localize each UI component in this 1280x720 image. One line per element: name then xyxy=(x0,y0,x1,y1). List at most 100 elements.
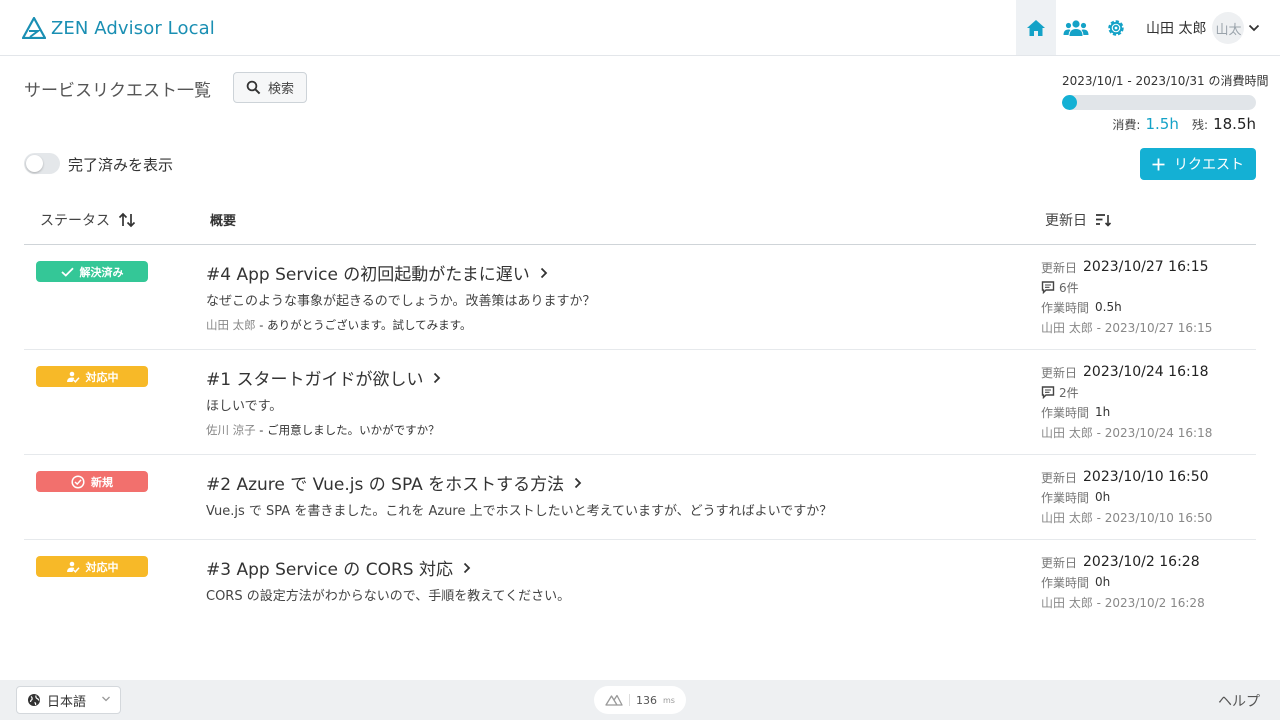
language-select[interactable]: 日本語 xyxy=(16,686,121,714)
work-time-label: 作業時間 xyxy=(1041,300,1090,315)
status-badge-label: 対応中 xyxy=(85,370,119,384)
user-name: 山田 太郎 xyxy=(1146,21,1207,37)
globe-icon xyxy=(28,694,40,706)
updated-header-label: 更新日 xyxy=(1045,213,1087,229)
updated-label: 更新日 xyxy=(1041,470,1078,485)
home-icon xyxy=(1027,19,1045,36)
render-time-unit: ms xyxy=(663,695,675,705)
usage-progress-fill xyxy=(1062,95,1077,110)
nav-home[interactable] xyxy=(1016,0,1056,55)
show-completed-label: 完了済みを表示 xyxy=(68,156,174,174)
usage-period: 2023/10/1 - 2023/10/31 の消費時間 xyxy=(1062,74,1269,88)
nav-users[interactable] xyxy=(1058,0,1094,55)
request-description: なぜこのような事象が起きるのでしょうか。改善策はありますか？ xyxy=(206,294,596,309)
column-header-status[interactable]: ステータス xyxy=(40,210,136,230)
search-button[interactable]: 検索 xyxy=(233,72,307,103)
request-title: #3 App Service の CORS 対応 xyxy=(206,560,453,580)
work-time-label: 作業時間 xyxy=(1041,490,1090,505)
used-value: 1.5h xyxy=(1145,115,1179,133)
request-description: CORS の設定方法がわからないので、手順を教えてください。 xyxy=(206,589,571,604)
check-circle-icon xyxy=(71,474,85,489)
help-link[interactable]: ヘルプ xyxy=(1218,691,1260,711)
last-update: 山田 太郎 - 2023/10/2 16:28 xyxy=(1041,595,1205,610)
app-footer: 日本語 136 ms ヘルプ xyxy=(0,680,1280,720)
last-comment: 佐川 涼子 - ご用意しました。いかがですか？ xyxy=(206,422,440,438)
usage-numbers: 消費: 1.5h 残: 18.5h xyxy=(1062,114,1256,133)
status-header-label: ステータス xyxy=(40,213,110,229)
last-comment: 山田 太郎 - ありがとうございます。試してみます。 xyxy=(206,317,471,333)
chevron-right-icon xyxy=(575,477,582,488)
status-badge: 解決済み xyxy=(36,261,148,282)
updated-date: 2023/10/10 16:50 xyxy=(1083,469,1209,485)
updated-label: 更新日 xyxy=(1041,555,1078,570)
gear-icon xyxy=(1108,19,1124,36)
plus-icon xyxy=(1152,158,1165,170)
request-title-link[interactable]: #3 App Service の CORS 対応 xyxy=(206,555,471,580)
row-divider xyxy=(24,454,1256,455)
request-title-link[interactable]: #1 スタートガイドが欲しい xyxy=(206,365,441,390)
remaining-value: 18.5h xyxy=(1213,115,1256,133)
updated-date: 2023/10/2 16:28 xyxy=(1083,554,1200,570)
user-check-icon xyxy=(66,371,80,383)
app-header: ZEN Advisor Local 山田 太郎 山太 xyxy=(0,0,1280,56)
brand-link[interactable]: ZEN Advisor Local xyxy=(22,16,215,40)
user-check-icon xyxy=(66,561,80,573)
nav-settings[interactable] xyxy=(1098,0,1134,55)
request-meta: 更新日 2023/10/10 16:50 作業時間 0h 山田 太郎 - 2023/… xyxy=(1041,467,1256,527)
status-badge: 対応中 xyxy=(36,366,148,387)
toggle-knob xyxy=(26,155,43,172)
comment-icon xyxy=(1041,385,1055,399)
column-header-updated[interactable]: 更新日 xyxy=(1045,210,1112,230)
work-time-label: 作業時間 xyxy=(1041,405,1090,420)
last-comment-author: 佐川 涼子 xyxy=(206,423,256,437)
request-meta: 更新日 2023/10/24 16:18 2件 作業時間 1h 山田 太郎 - 20… xyxy=(1041,362,1256,442)
request-meta: 更新日 2023/10/27 16:15 6件 作業時間 0.5h 山田 太郎 - … xyxy=(1041,257,1256,337)
work-time: 1h xyxy=(1095,405,1111,419)
updated-date: 2023/10/24 16:18 xyxy=(1083,364,1209,380)
chevron-down-icon xyxy=(102,696,110,702)
column-header-summary: 概要 xyxy=(210,210,236,229)
request-title: #4 App Service の初回起動がたまに遅い xyxy=(206,265,530,285)
request-description: ほしいです。 xyxy=(206,399,283,414)
usage-summary: 2023/10/1 - 2023/10/31 の消費時間 消費: 1.5h 残:… xyxy=(1062,72,1269,133)
remaining-label: 残: xyxy=(1191,118,1208,132)
status-badge-label: 対応中 xyxy=(85,560,119,574)
render-time-indicator: 136 ms xyxy=(594,686,686,714)
user-menu[interactable]: 山田 太郎 山太 xyxy=(1140,10,1260,46)
usage-progress-bar xyxy=(1062,95,1256,110)
comment-count: 2件 xyxy=(1059,385,1079,400)
nuxt-logo-icon xyxy=(605,694,623,706)
search-button-label: 検索 xyxy=(267,82,294,97)
request-description: Vue.js で SPA を書きました。これを Azure 上でホストしたいと考… xyxy=(206,504,833,519)
last-comment-text: - ありがとうございます。試してみます。 xyxy=(255,318,472,332)
status-badge: 対応中 xyxy=(36,556,148,577)
request-meta: 更新日 2023/10/2 16:28 作業時間 0h 山田 太郎 - 2023/1… xyxy=(1041,552,1256,612)
status-badge-label: 解決済み xyxy=(79,265,124,279)
request-title: #1 スタートガイドが欲しい xyxy=(206,370,424,390)
separator xyxy=(629,694,631,706)
comment-icon xyxy=(1041,280,1055,294)
work-time-label: 作業時間 xyxy=(1041,575,1090,590)
status-badge-label: 新規 xyxy=(91,475,113,489)
request-title-link[interactable]: #4 App Service の初回起動がたまに遅い xyxy=(206,260,548,285)
sort-icon xyxy=(118,212,136,228)
show-completed-toggle[interactable] xyxy=(24,153,60,174)
comment-count: 6件 xyxy=(1059,280,1079,295)
row-divider xyxy=(24,539,1256,540)
summary-header-label: 概要 xyxy=(210,214,237,229)
used-label: 消費: xyxy=(1112,118,1141,132)
work-time: 0h xyxy=(1095,575,1111,589)
users-icon xyxy=(1063,19,1089,36)
request-title-link[interactable]: #2 Azure で Vue.js の SPA をホストする方法 xyxy=(206,470,582,495)
zen-logo-icon xyxy=(22,17,46,39)
chevron-down-icon xyxy=(1248,24,1260,32)
new-request-button[interactable]: リクエスト xyxy=(1140,148,1256,180)
chevron-right-icon xyxy=(434,372,441,383)
chevron-right-icon xyxy=(463,562,471,573)
updated-label: 更新日 xyxy=(1041,260,1078,275)
language-label: 日本語 xyxy=(47,694,87,710)
app-name: ZEN Advisor Local xyxy=(51,17,215,39)
chevron-right-icon xyxy=(540,267,548,278)
updated-label: 更新日 xyxy=(1041,365,1078,380)
avatar: 山太 xyxy=(1212,12,1245,44)
